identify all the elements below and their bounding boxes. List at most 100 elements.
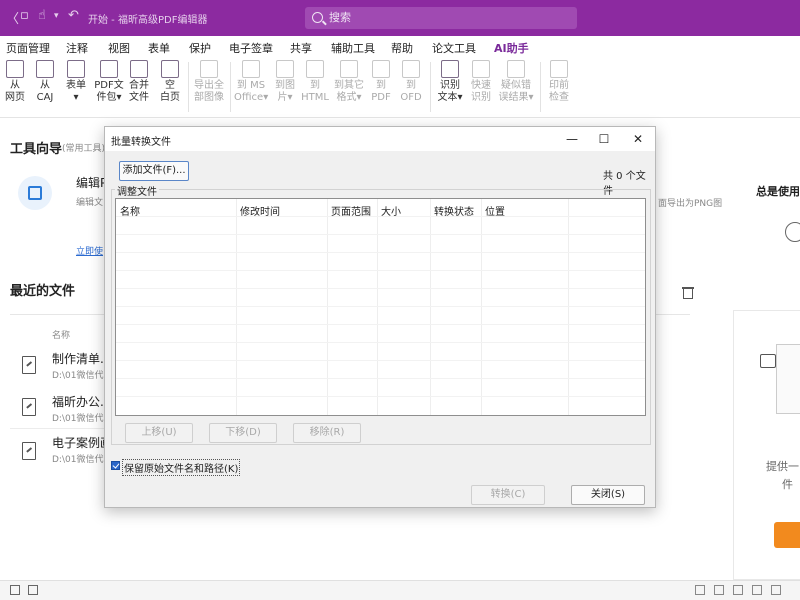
column-divider: [236, 199, 237, 415]
facing-page-icon[interactable]: [733, 585, 743, 595]
menu-share[interactable]: 共享: [290, 40, 312, 56]
preflight-button[interactable]: 印前 检查: [544, 60, 574, 104]
blank-page-button[interactable]: 空白页: [155, 60, 185, 104]
start-now-link[interactable]: 立即使: [76, 244, 103, 257]
toggle-switch[interactable]: [785, 222, 800, 242]
format-icon: [340, 60, 358, 78]
menu-form[interactable]: 表单: [148, 40, 170, 56]
row-line: [116, 342, 645, 343]
continuous-page-icon[interactable]: [714, 585, 724, 595]
file-list[interactable]: 名称 修改时间 页面范围 大小 转换状态 位置: [115, 198, 646, 416]
menu-ai-assistant[interactable]: AI助手: [494, 40, 529, 56]
caj-icon: [36, 60, 54, 78]
keep-name-label[interactable]: 保留原始文件名和路径(K): [122, 459, 241, 476]
pdf-portfolio-button[interactable]: PDF文 件包▾: [93, 60, 125, 104]
form-icon: [67, 60, 85, 78]
promo-button[interactable]: [774, 522, 800, 548]
search-placeholder: 搜索: [329, 11, 351, 24]
menu-help[interactable]: 帮助: [391, 40, 413, 56]
promo-illustration: [776, 344, 800, 414]
from-webpage-button[interactable]: 从网页: [0, 60, 30, 104]
menu-protect[interactable]: 保护: [189, 40, 211, 56]
save-icon[interactable]: ▫: [20, 8, 29, 23]
quick-ocr-button[interactable]: 快速 识别: [466, 60, 496, 104]
row-line: [116, 396, 645, 397]
to-image-button[interactable]: 到图 片▾: [270, 60, 300, 104]
merge-files-button[interactable]: 合并 文件: [124, 60, 154, 104]
recent-file-name: 电子案例画: [52, 436, 113, 450]
to-other-format-button[interactable]: 到其它 格式▾: [332, 60, 366, 104]
close-icon[interactable]: ✕: [629, 130, 647, 148]
remove-button[interactable]: 移除(R): [293, 423, 361, 443]
ocr-text-button[interactable]: 识别 文本▾: [434, 60, 466, 104]
contact-card-icon: [760, 354, 776, 368]
ribbon-separator: [188, 62, 189, 112]
move-down-button[interactable]: 下移(D): [209, 423, 277, 443]
recent-files-title: 最近的文件: [10, 284, 76, 299]
menu-accessibility[interactable]: 辅助工具: [331, 40, 375, 56]
minimize-icon[interactable]: —: [563, 130, 581, 148]
app-menu-icon[interactable]: 〈: [6, 8, 19, 27]
recent-file-path: D:\01微信代: [52, 455, 104, 465]
close-button[interactable]: 关闭(S): [571, 485, 645, 505]
undo-icon[interactable]: ↶: [68, 8, 79, 23]
move-up-button[interactable]: 上移(U): [125, 423, 193, 443]
ribbon-separator: [540, 62, 541, 112]
window-title: 开始 - 福昕高级PDF编辑器: [88, 15, 208, 26]
portfolio-icon: [100, 60, 118, 78]
ribbon-toolbar: 从网页 从 CAJ 表单 ▾ PDF文 件包▾ 合并 文件 空白页 导出全 部图像 到 M…: [0, 58, 800, 118]
png-export-hint: 面导出为PNG图: [658, 199, 723, 209]
column-divider: [568, 199, 569, 415]
fit-page-icon[interactable]: [771, 585, 781, 595]
status-bar: [0, 580, 800, 600]
dialog-title-bar: 批量转换文件 — ☐ ✕: [105, 127, 655, 151]
ribbon-separator: [430, 62, 431, 112]
form-button[interactable]: 表单 ▾: [61, 60, 91, 104]
edit-pdf-desc: 编辑文: [76, 198, 104, 208]
ofd-icon: [402, 60, 420, 78]
row-line: [116, 360, 645, 361]
export-all-images-button[interactable]: 导出全 部图像: [192, 60, 226, 104]
to-html-button[interactable]: 到 HTML: [300, 60, 330, 104]
search-input[interactable]: 搜索: [305, 7, 577, 29]
suspect-icon: [507, 60, 525, 78]
title-bar: 〈 ▫ ☝ ▾ ↶ 开始 - 福昕高级PDF编辑器 搜索: [0, 0, 800, 36]
menu-e-signature[interactable]: 电子签章: [229, 40, 273, 56]
menu-page-manage[interactable]: 页面管理: [6, 40, 50, 56]
batch-convert-dialog: 批量转换文件 — ☐ ✕ 添加文件(F)... 共 0 个文件 调整文件 名称 …: [104, 126, 656, 508]
tool-guide-title: 工具向导: [10, 142, 63, 157]
column-divider: [327, 199, 328, 415]
to-pdf-button[interactable]: 到 PDF: [366, 60, 396, 104]
recent-name-header: 名称: [52, 331, 71, 341]
menu-thesis-tools[interactable]: 论文工具: [432, 40, 476, 56]
blank-page-icon: [161, 60, 179, 78]
always-use-title: 总是使用: [756, 185, 800, 198]
copy-icon[interactable]: [28, 585, 38, 595]
row-line: [116, 270, 645, 271]
to-ofd-button[interactable]: 到 OFD: [396, 60, 426, 104]
ribbon-separator: [230, 62, 231, 112]
convert-button[interactable]: 转换(C): [471, 485, 545, 505]
to-ms-office-button[interactable]: 到 MS Office▾: [234, 60, 268, 104]
recent-file-path: D:\01微信代: [52, 414, 104, 424]
webpage-icon: [6, 60, 24, 78]
page-view-icon[interactable]: [10, 585, 20, 595]
trash-icon[interactable]: [682, 286, 694, 299]
menu-view[interactable]: 视图: [108, 40, 130, 56]
merge-icon: [130, 60, 148, 78]
continuous-facing-icon[interactable]: [752, 585, 762, 595]
pdf-icon: [372, 60, 390, 78]
hand-tool-icon[interactable]: ☝: [38, 8, 46, 23]
quick-access-dropdown-icon[interactable]: ▾: [54, 11, 59, 21]
single-page-icon[interactable]: [695, 585, 705, 595]
image-export-icon: [200, 60, 218, 78]
keep-name-checkbox[interactable]: [111, 461, 120, 470]
suspect-results-button[interactable]: 疑似错 误结果▾: [497, 60, 535, 104]
row-line: [116, 234, 645, 235]
menu-comment[interactable]: 注释: [66, 40, 88, 56]
image-icon: [276, 60, 294, 78]
column-divider: [430, 199, 431, 415]
from-caj-button[interactable]: 从 CAJ: [30, 60, 60, 104]
add-file-button[interactable]: 添加文件(F)...: [119, 161, 189, 181]
maximize-icon[interactable]: ☐: [595, 130, 613, 148]
